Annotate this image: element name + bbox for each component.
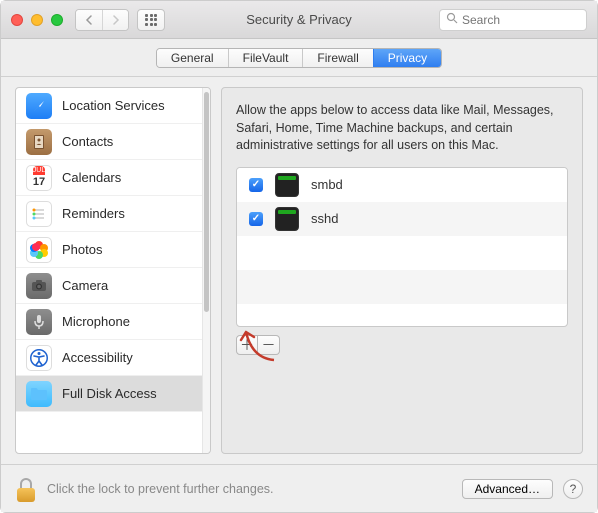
back-button[interactable]	[76, 10, 102, 30]
sidebar-item-photos[interactable]: Photos	[16, 232, 202, 268]
minimize-button[interactable]	[31, 14, 43, 26]
grid-icon	[145, 14, 157, 26]
sidebar-item-contacts[interactable]: Contacts	[16, 124, 202, 160]
add-remove-segment: ＋ －	[236, 335, 280, 355]
reminders-icon	[26, 201, 52, 227]
sidebar-item-label: Microphone	[62, 314, 130, 329]
close-button[interactable]	[11, 14, 23, 26]
app-row[interactable]: ✓ smbd	[237, 168, 567, 202]
sidebar-scrollbar[interactable]	[202, 88, 210, 453]
remove-button[interactable]: －	[258, 335, 280, 355]
advanced-button[interactable]: Advanced…	[462, 479, 553, 499]
location-icon	[26, 93, 52, 119]
sidebar-item-label: Calendars	[62, 170, 121, 185]
calendar-icon: JUL 17	[26, 165, 52, 191]
sidebar-frame: Location Services Contacts JUL 17 Calend…	[15, 87, 211, 454]
sidebar-item-accessibility[interactable]: Accessibility	[16, 340, 202, 376]
titlebar: Security & Privacy	[1, 1, 597, 39]
list-item	[237, 236, 567, 270]
sidebar-item-camera[interactable]: Camera	[16, 268, 202, 304]
tabs-row: General FileVault Firewall Privacy	[1, 39, 597, 77]
content-area: Location Services Contacts JUL 17 Calend…	[1, 77, 597, 464]
app-row[interactable]: ✓ sshd	[237, 202, 567, 236]
detail-pane: Allow the apps below to access data like…	[221, 87, 583, 454]
forward-button[interactable]	[102, 10, 128, 30]
camera-icon	[26, 273, 52, 299]
folder-icon	[26, 381, 52, 407]
accessibility-icon	[26, 345, 52, 371]
tab-general[interactable]: General	[157, 49, 228, 67]
sidebar-item-calendars[interactable]: JUL 17 Calendars	[16, 160, 202, 196]
sidebar-item-microphone[interactable]: Microphone	[16, 304, 202, 340]
pane-description: Allow the apps below to access data like…	[236, 102, 568, 155]
preferences-window: Security & Privacy General FileVault Fir…	[0, 0, 598, 513]
scrollbar-thumb[interactable]	[204, 92, 209, 312]
traffic-lights	[11, 14, 63, 26]
search-input[interactable]	[462, 13, 580, 27]
sidebar-item-label: Photos	[62, 242, 102, 257]
lock-icon[interactable]	[15, 476, 37, 502]
tab-privacy[interactable]: Privacy	[373, 49, 441, 67]
sidebar-item-label: Location Services	[62, 98, 165, 113]
zoom-button[interactable]	[51, 14, 63, 26]
tabs: General FileVault Firewall Privacy	[156, 48, 442, 68]
sidebar-item-label: Contacts	[62, 134, 113, 149]
app-list: ✓ smbd ✓ sshd	[236, 167, 568, 327]
app-name: sshd	[311, 211, 338, 226]
sidebar-item-label: Reminders	[62, 206, 125, 221]
show-all-button[interactable]	[137, 9, 165, 31]
sidebar-item-full-disk-access[interactable]: Full Disk Access	[16, 376, 202, 412]
tab-filevault[interactable]: FileVault	[228, 49, 303, 67]
tab-firewall[interactable]: Firewall	[302, 49, 372, 67]
search-field-wrap[interactable]	[439, 9, 587, 31]
terminal-icon	[275, 207, 299, 231]
add-button[interactable]: ＋	[236, 335, 258, 355]
search-icon	[446, 12, 458, 27]
footer: Click the lock to prevent further change…	[1, 464, 597, 512]
sidebar-item-label: Accessibility	[62, 350, 133, 365]
lock-text: Click the lock to prevent further change…	[47, 482, 452, 496]
help-button[interactable]: ?	[563, 479, 583, 499]
sidebar-item-label: Full Disk Access	[62, 386, 157, 401]
terminal-icon	[275, 173, 299, 197]
nav-segment	[75, 9, 129, 31]
contacts-icon	[26, 129, 52, 155]
microphone-icon	[26, 309, 52, 335]
sidebar-item-location-services[interactable]: Location Services	[16, 88, 202, 124]
list-item	[237, 270, 567, 304]
photos-icon	[26, 237, 52, 263]
checkbox[interactable]: ✓	[249, 212, 263, 226]
privacy-category-list[interactable]: Location Services Contacts JUL 17 Calend…	[16, 88, 202, 453]
checkbox[interactable]: ✓	[249, 178, 263, 192]
sidebar-item-label: Camera	[62, 278, 108, 293]
app-name: smbd	[311, 177, 343, 192]
sidebar-item-reminders[interactable]: Reminders	[16, 196, 202, 232]
